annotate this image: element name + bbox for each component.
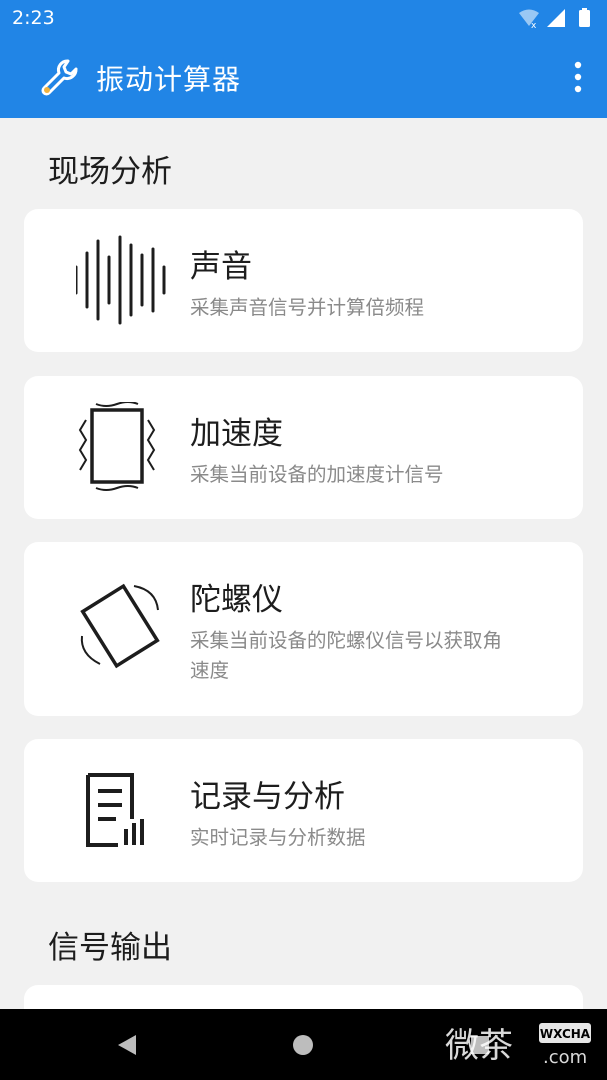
card-acceleration[interactable]: 加速度 采集当前设备的加速度计信号 xyxy=(24,376,583,519)
navigation-bar: 微茶 WXCHA .com xyxy=(0,1009,607,1080)
card-title: 记录与分析 xyxy=(190,779,345,815)
watermark-logo: 微茶 WXCHA .com xyxy=(445,1023,591,1068)
status-time: 2:23 xyxy=(12,7,55,29)
card-record-analysis[interactable]: 记录与分析 实时记录与分析数据 xyxy=(24,739,583,882)
vibrating-phone-icon xyxy=(78,402,156,491)
section-title-signal-output: 信号输出 xyxy=(48,930,172,966)
card-description: 采集当前设备的陀螺仪信号以获取角速度 xyxy=(190,629,503,682)
watermark-domain: .com xyxy=(543,1047,587,1068)
signal-icon xyxy=(547,9,565,27)
card-title: 陀螺仪 xyxy=(190,582,283,618)
status-icons: x xyxy=(519,8,590,29)
back-icon[interactable] xyxy=(116,1033,138,1057)
rotating-phone-icon xyxy=(80,583,160,669)
section-title-field-analysis: 现场分析 xyxy=(48,154,172,190)
card-description: 采集当前设备的加速度计信号 xyxy=(190,463,444,486)
card-sound[interactable]: 声音 采集声音信号并计算倍频程 xyxy=(24,209,583,352)
more-vert-icon[interactable] xyxy=(571,60,585,94)
watermark-latin: WXCHA xyxy=(540,1027,591,1041)
svg-text:x: x xyxy=(531,21,537,29)
document-chart-icon xyxy=(86,773,144,847)
wrench-logo-icon xyxy=(41,59,78,96)
watermark-chinese: 微茶 xyxy=(445,1026,513,1066)
card-gyroscope[interactable]: 陀螺仪 采集当前设备的陀螺仪信号以获取角速度 xyxy=(24,542,583,716)
status-bar: 2:23 x xyxy=(0,0,607,36)
wifi-icon: x xyxy=(519,9,539,29)
card-description: 采集声音信号并计算倍频程 xyxy=(190,296,425,319)
app-title: 振动计算器 xyxy=(96,63,242,96)
card-title: 加速度 xyxy=(190,416,283,452)
sound-wave-icon xyxy=(76,235,166,325)
home-icon[interactable] xyxy=(292,1034,314,1056)
app-bar: 振动计算器 xyxy=(0,36,607,118)
card-description: 实时记录与分析数据 xyxy=(190,826,366,849)
battery-icon xyxy=(579,8,590,27)
card-title: 声音 xyxy=(190,249,252,285)
